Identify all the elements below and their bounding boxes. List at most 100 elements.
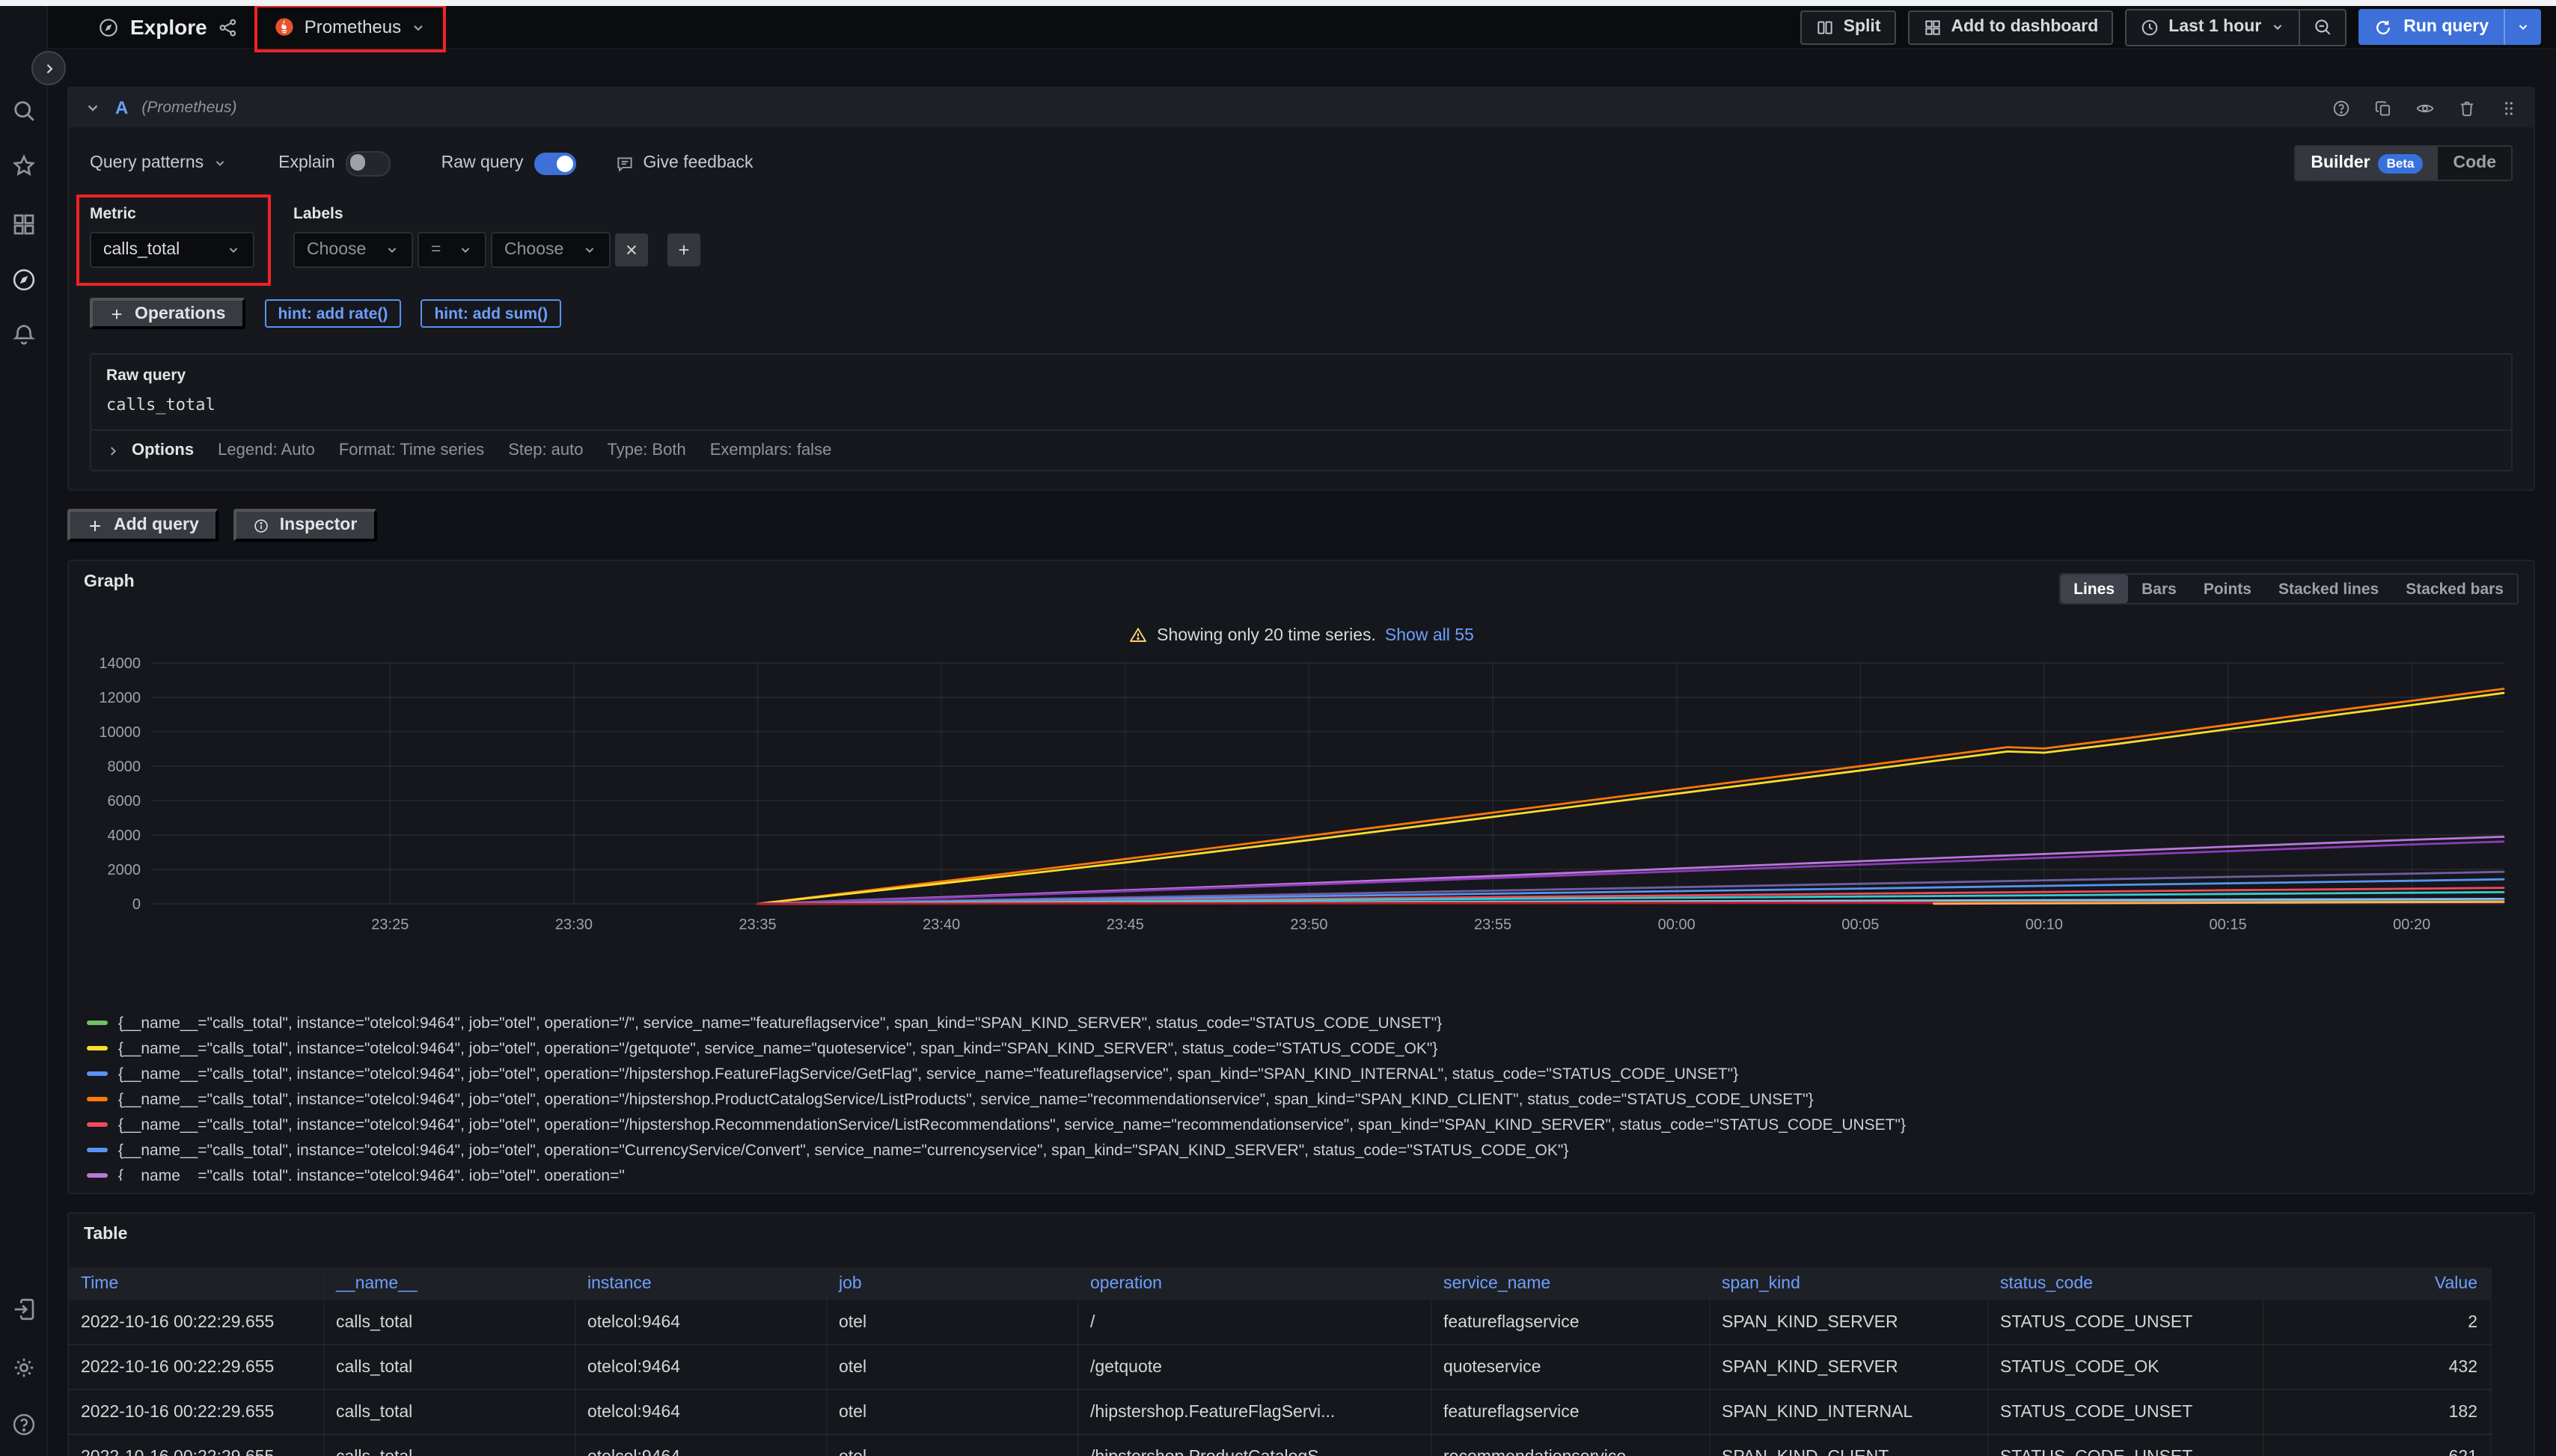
option-summary-item: Step: auto: [508, 441, 583, 459]
legend-item[interactable]: {__name__="calls_total", instance="otelc…: [87, 1137, 2534, 1163]
add-label-filter-button[interactable]: [667, 233, 700, 266]
table-cell: 2022-10-16 00:22:29.655: [69, 1345, 323, 1389]
column-header-job[interactable]: job: [826, 1267, 1077, 1300]
table-row: 2022-10-16 00:22:29.655calls_totalotelco…: [69, 1345, 2490, 1389]
chevron-down-icon: [582, 242, 597, 257]
graph-mode-button[interactable]: Bars: [2128, 575, 2190, 603]
chevron-down-icon: [458, 242, 473, 257]
query-ref-id[interactable]: A: [115, 97, 128, 118]
collapse-query-icon[interactable]: [84, 99, 102, 117]
give-feedback-link[interactable]: Give feedback: [615, 153, 753, 173]
column-header-status_code[interactable]: status_code: [1987, 1267, 2263, 1300]
table-cell: 2: [2263, 1300, 2490, 1345]
metric-field: Metric calls_total: [90, 205, 254, 268]
graph-mode-button[interactable]: Stacked lines: [2265, 575, 2392, 603]
metric-select[interactable]: calls_total: [90, 232, 254, 268]
time-range-picker[interactable]: Last 1 hour: [2127, 10, 2299, 44]
add-query-button[interactable]: Add query: [67, 509, 218, 542]
explore-compass-icon[interactable]: [0, 266, 46, 293]
options-label[interactable]: Options: [132, 441, 194, 459]
legend-label: {__name__="calls_total", instance="otelc…: [118, 1166, 625, 1181]
delete-query-icon[interactable]: [2457, 98, 2477, 117]
query-patterns-dropdown[interactable]: Query patterns: [90, 154, 227, 172]
table-cell: SPAN_KIND_SERVER: [1709, 1345, 1987, 1389]
table-cell: 182: [2263, 1389, 2490, 1434]
legend-item[interactable]: {__name__="calls_total", instance="otelc…: [87, 1061, 2534, 1086]
column-header-instance[interactable]: instance: [575, 1267, 826, 1300]
graph-mode-button[interactable]: Lines: [2060, 575, 2128, 603]
sign-in-icon[interactable]: [0, 1296, 46, 1323]
graph-mode-button[interactable]: Stacked bars: [2392, 575, 2517, 603]
refresh-icon: [2373, 17, 2393, 37]
time-range-group: Last 1 hour: [2125, 8, 2346, 46]
legend-item[interactable]: {__name__="calls_total", instance="otelc…: [87, 1010, 2534, 1036]
run-query-button[interactable]: Run query: [2358, 9, 2504, 45]
column-header-service_name[interactable]: service_name: [1431, 1267, 1709, 1300]
table-cell: calls_total: [323, 1434, 575, 1456]
label-key-select[interactable]: Choose: [293, 232, 413, 268]
add-to-dashboard-label: Add to dashboard: [1951, 18, 2099, 36]
add-to-dashboard-button[interactable]: Add to dashboard: [1908, 10, 2114, 44]
share-icon[interactable]: [218, 16, 240, 38]
search-icon[interactable]: [0, 97, 46, 124]
help-icon[interactable]: [0, 1411, 46, 1438]
raw-query-toggle[interactable]: [534, 152, 576, 174]
datasource-picker[interactable]: Prometheus: [261, 12, 440, 42]
star-icon[interactable]: [0, 153, 46, 180]
table-cell: 2022-10-16 00:22:29.655: [69, 1434, 323, 1456]
explain-toggle[interactable]: [346, 150, 391, 176]
label-operator-select[interactable]: =: [418, 232, 486, 268]
y-axis-tick-label: 8000: [107, 759, 141, 775]
column-header-span_kind[interactable]: span_kind: [1709, 1267, 1987, 1300]
legend-label: {__name__="calls_total", instance="otelc…: [118, 1116, 1906, 1134]
x-axis-tick-label: 00:05: [1841, 917, 1878, 933]
query-help-icon[interactable]: [2332, 98, 2351, 117]
option-summary-item: Format: Time series: [339, 441, 484, 459]
column-header-Time[interactable]: Time: [69, 1267, 323, 1300]
column-header-__name__[interactable]: __name__: [323, 1267, 575, 1300]
expand-sidebar-button[interactable]: [31, 51, 66, 85]
legend-item[interactable]: {__name__="calls_total", instance="otelc…: [87, 1112, 2534, 1137]
legend-item[interactable]: {__name__="calls_total", instance="otelc…: [87, 1163, 2534, 1181]
add-operation-button[interactable]: Operations: [90, 298, 245, 329]
operations-row: Operations hint: add rate() hint: add sum…: [90, 298, 2513, 329]
builder-mode-tab[interactable]: Builder Beta: [2296, 147, 2438, 180]
query-hint-button[interactable]: hint: add rate(): [264, 299, 401, 328]
zoom-out-time-button[interactable]: [2299, 10, 2345, 44]
show-all-series-link[interactable]: Show all 55: [1385, 626, 1474, 644]
column-header-Value[interactable]: Value: [2263, 1267, 2490, 1300]
explore-page-icon: [97, 16, 120, 38]
explore-content: A (Prometheus) Query patterns: [46, 48, 2556, 1456]
table-cell: SPAN_KIND_INTERNAL: [1709, 1389, 1987, 1434]
label-value-select[interactable]: Choose: [491, 232, 611, 268]
give-feedback-label: Give feedback: [643, 154, 753, 172]
chevron-down-icon: [213, 156, 227, 171]
y-axis-tick-label: 6000: [107, 793, 141, 810]
split-button[interactable]: Split: [1800, 10, 1896, 44]
gear-icon[interactable]: [0, 1354, 46, 1381]
query-options-row[interactable]: Options Legend: AutoFormat: Time seriesS…: [90, 429, 2513, 471]
legend-label: {__name__="calls_total", instance="otelc…: [118, 1141, 1568, 1159]
run-query-interval-button[interactable]: [2504, 9, 2541, 45]
graph-mode-button[interactable]: Points: [2190, 575, 2265, 603]
legend-item[interactable]: {__name__="calls_total", instance="otelc…: [87, 1086, 2534, 1112]
grafana-logo-icon[interactable]: [0, 15, 46, 48]
code-mode-tab[interactable]: Code: [2439, 147, 2512, 180]
remove-label-filter-button[interactable]: [615, 233, 648, 266]
duplicate-query-icon[interactable]: [2373, 98, 2393, 117]
graph-panel-title: Graph: [84, 573, 135, 591]
legend-item[interactable]: {__name__="calls_total", instance="otelc…: [87, 1036, 2534, 1061]
query-row-header[interactable]: A (Prometheus): [69, 88, 2534, 127]
drag-handle-icon[interactable]: [2499, 98, 2519, 117]
disable-query-icon[interactable]: [2415, 98, 2435, 117]
query-hint-button[interactable]: hint: add sum(): [421, 299, 561, 328]
time-series-chart[interactable]: 0200040006000800010000120001400023:2523:…: [91, 654, 2512, 941]
bell-icon[interactable]: [0, 322, 46, 349]
inspector-button[interactable]: Inspector: [233, 509, 377, 542]
table-wrapper: Time__name__instancejoboperationservice_…: [69, 1267, 2534, 1456]
column-header-operation[interactable]: operation: [1077, 1267, 1431, 1300]
apps-grid-icon[interactable]: [0, 211, 46, 238]
explore-toolbar: Explore Prometheus Split Add to dashboar…: [46, 6, 2556, 49]
chevron-down-icon: [2270, 19, 2285, 34]
labels-field: Labels Choose = Choose: [293, 205, 700, 268]
